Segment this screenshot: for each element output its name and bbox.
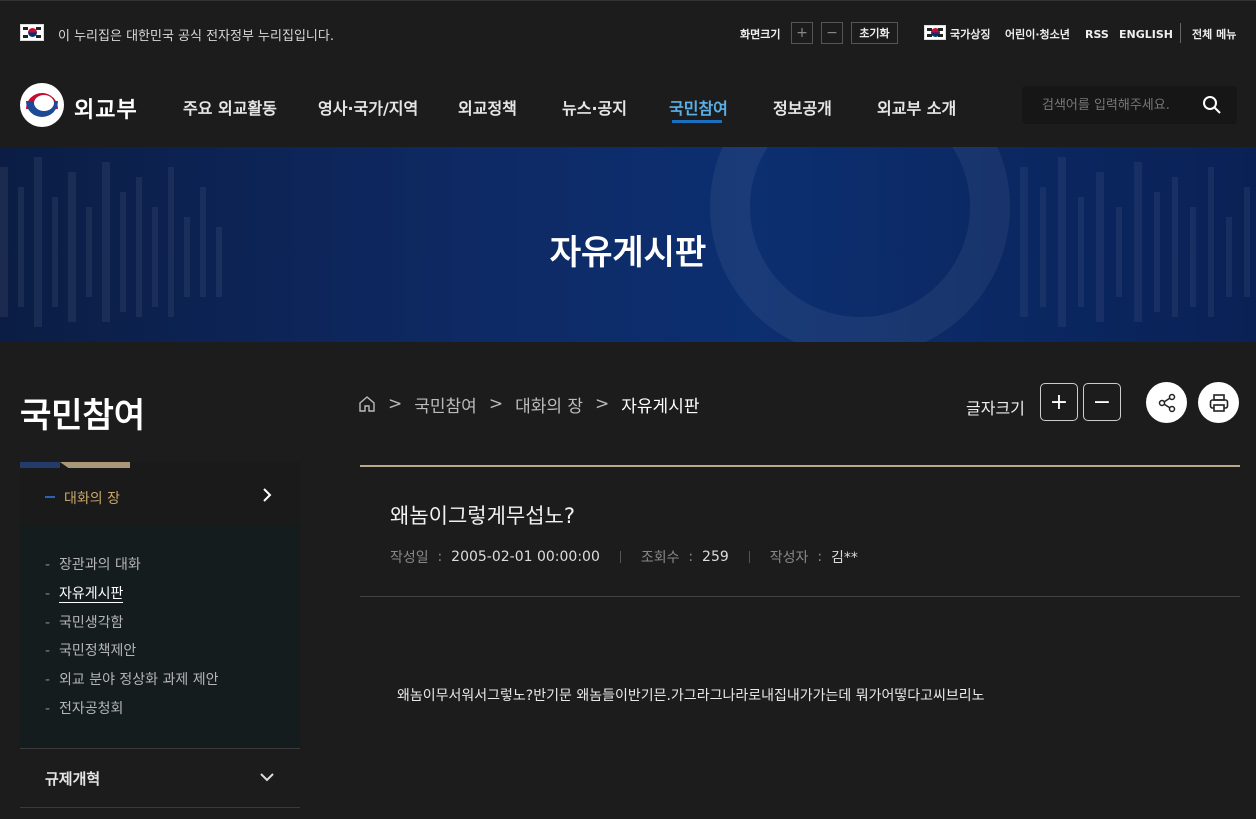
screen-zoom-in-button[interactable]: + (791, 22, 813, 44)
font-decrease-button[interactable]: − (1083, 383, 1121, 421)
print-icon (1209, 393, 1228, 412)
breadcrumb-separator: > (488, 394, 504, 414)
korea-flag-icon (20, 24, 44, 41)
nav-about[interactable]: 외교부 소개 (877, 95, 956, 119)
nav-disclosure[interactable]: 정보공개 (773, 95, 832, 119)
nav-consular[interactable]: 영사·국가/지역 (318, 95, 418, 119)
page-title: 자유게시판 (549, 233, 707, 273)
all-menu-button[interactable]: 전체 메뉴 (1192, 23, 1236, 45)
divider (20, 807, 300, 808)
views-label: 조회수 (640, 550, 680, 566)
sidebar-section-label: 대화의 장 (64, 491, 120, 507)
nav-participation[interactable]: 국민참여 (669, 95, 728, 119)
chevron-down-icon[interactable] (260, 770, 274, 784)
national-symbol-link[interactable]: 국가상징 (950, 23, 990, 45)
breadcrumb-item[interactable]: 국민참여 (414, 392, 477, 417)
utility-bar: 이 누리집은 대한민국 공식 전자정부 누리집입니다. 화면크기 + − 초기화… (0, 0, 1256, 62)
print-button[interactable] (1198, 382, 1239, 423)
article-divider (360, 596, 1240, 597)
share-icon (1158, 393, 1175, 412)
sidebar-item-free-board[interactable]: - 자유게시판 (45, 583, 124, 603)
nav-diplomacy[interactable]: 주요 외교활동 (183, 95, 277, 119)
breadcrumb-item[interactable]: 대화의 장 (515, 392, 583, 417)
date-label: 작성일 (390, 550, 429, 566)
share-button[interactable] (1146, 382, 1187, 423)
sidebar-item-normalization-proposal[interactable]: - 외교 분야 정상화 과제 제안 (45, 669, 218, 689)
sidebar-title: 국민참여 (20, 396, 146, 436)
main-header: 외교부 주요 외교활동 영사·국가/지역 외교정책 뉴스·공지 국민참여 정보공… (0, 62, 1256, 147)
divider (20, 748, 300, 749)
sidebar-section-regulation[interactable]: 규제개혁 (45, 768, 100, 789)
breadcrumb-current: 자유게시판 (621, 396, 700, 417)
sidebar-item-minister-dialogue[interactable]: - 장관과의 대화 (45, 554, 141, 574)
sidebar-item-citizen-ideas[interactable]: - 국민생각함 (45, 612, 123, 632)
screen-reset-button[interactable]: 초기화 (851, 22, 898, 44)
sidebar-item-policy-proposal[interactable]: - 국민정책제안 (45, 640, 136, 660)
article-date: 2005-02-01 00:00:00 (451, 549, 600, 565)
article-title: 왜놈이그렇게무섭노? (390, 504, 576, 528)
screen-size-label: 화면크기 (740, 28, 781, 41)
site-logo-text[interactable]: 외교부 (74, 92, 138, 124)
meta-colon: : (437, 549, 443, 565)
mofa-logo-icon[interactable] (20, 83, 64, 127)
meta-divider (748, 551, 750, 563)
screen-zoom-out-button[interactable]: − (821, 22, 843, 44)
divider (1180, 23, 1181, 43)
article-author: 김** (830, 550, 858, 566)
nav-news[interactable]: 뉴스·공지 (562, 95, 627, 119)
home-icon[interactable] (358, 395, 376, 413)
meta-colon: : (688, 549, 694, 565)
chevron-right-icon (263, 488, 272, 502)
article-top-rule (360, 465, 1240, 467)
sidebar-submenu: - 장관과의 대화 - 자유게시판 - 국민생각함 - 국민정책제안 - 외교 분야 정상… (20, 526, 300, 748)
rss-link[interactable]: RSS (1085, 23, 1109, 45)
article-views: 259 (702, 549, 729, 565)
nav-policy[interactable]: 외교정책 (458, 95, 517, 119)
gov-notice: 이 누리집은 대한민국 공식 전자정부 누리집입니다. (58, 29, 334, 44)
font-increase-button[interactable]: + (1040, 383, 1078, 421)
article-meta: 작성일 : 2005-02-01 00:00:00 조회수 : 259 작성자 … (390, 547, 858, 567)
meta-divider (619, 551, 621, 563)
page-banner: 자유게시판 (0, 147, 1256, 342)
breadcrumb: > 국민참여 > 대화의 장 > 자유게시판 (358, 392, 700, 417)
sidebar-section-dialogue[interactable]: 대화의 장 (20, 468, 300, 526)
breadcrumb-separator: > (595, 394, 610, 414)
breadcrumb-separator: > (388, 394, 403, 414)
sidebar-item-public-hearing[interactable]: - 전자공청회 (45, 698, 123, 718)
article-body: 왜놈이무서워서그렇노?반기문 왜놈들이반기믄.가그라그나라로내집내가가는데 뭐가… (397, 688, 985, 704)
nav-active-indicator (672, 120, 722, 123)
national-symbol-icon (924, 25, 946, 40)
font-size-label: 글자크기 (966, 399, 1025, 418)
search-box (1022, 86, 1237, 124)
english-link[interactable]: ENGLISH (1119, 23, 1173, 45)
kids-link[interactable]: 어린이·청소년 (1005, 23, 1070, 45)
author-label: 작성자 (769, 550, 809, 566)
search-input[interactable] (1022, 86, 1202, 124)
meta-colon: : (817, 549, 823, 565)
search-icon[interactable] (1202, 95, 1222, 115)
